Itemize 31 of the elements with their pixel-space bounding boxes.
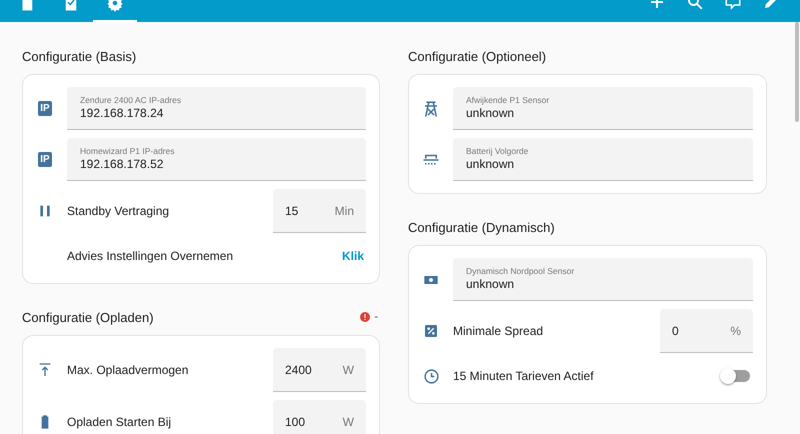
text-field[interactable]: Dynamisch Nordpool Sensor unknown (453, 258, 753, 301)
toggle-thumb[interactable] (720, 368, 736, 384)
text-field[interactable]: Zendure 2400 AC IP-adres 192.168.178.24 (67, 87, 366, 130)
number-field[interactable]: 0 % (660, 309, 753, 353)
number-field[interactable]: 100 W (273, 400, 366, 434)
text-field[interactable]: Batterij Volgorde unknown (453, 138, 753, 181)
view-tab[interactable] (93, 0, 137, 22)
section-title: Configuratie (Basis) (22, 48, 136, 64)
number-field[interactable]: 2400 W (273, 348, 366, 392)
section-title: Configuratie (Opladen) (22, 310, 154, 324)
number-field[interactable]: 15 Min (273, 189, 366, 233)
setting-label: Max. Oplaadvermogen (67, 363, 190, 377)
setting-label: Advies Instellingen Overnemen (67, 249, 234, 263)
percent-box-icon (423, 323, 439, 339)
setting-label: 15 Minuten Tarieven Actief (453, 369, 595, 383)
text-field[interactable]: Homewizard P1 IP-adres 192.168.178.52 (67, 138, 366, 181)
scrollbar[interactable] (795, 22, 799, 122)
section-title: Configuratie (Optioneel) (408, 48, 546, 64)
text-field[interactable]: Afwijkende P1 Sensor unknown (453, 87, 753, 130)
toggle-switch[interactable] (722, 370, 750, 382)
setting-label: Standby Vertraging (67, 204, 170, 218)
error-icon (359, 311, 372, 323)
transmission-tower-icon (422, 100, 440, 118)
section-title: Configuratie (Dynamisch) (408, 220, 555, 234)
ip-icon: IP (38, 152, 52, 167)
setting-label: Opladen Starten Bij (67, 415, 172, 429)
status-text: - (374, 311, 378, 323)
ip-icon: IP (38, 101, 52, 116)
arrow-up-icon (37, 362, 53, 378)
clock-icon (422, 368, 440, 384)
setting-label: Minimale Spread (453, 324, 544, 338)
